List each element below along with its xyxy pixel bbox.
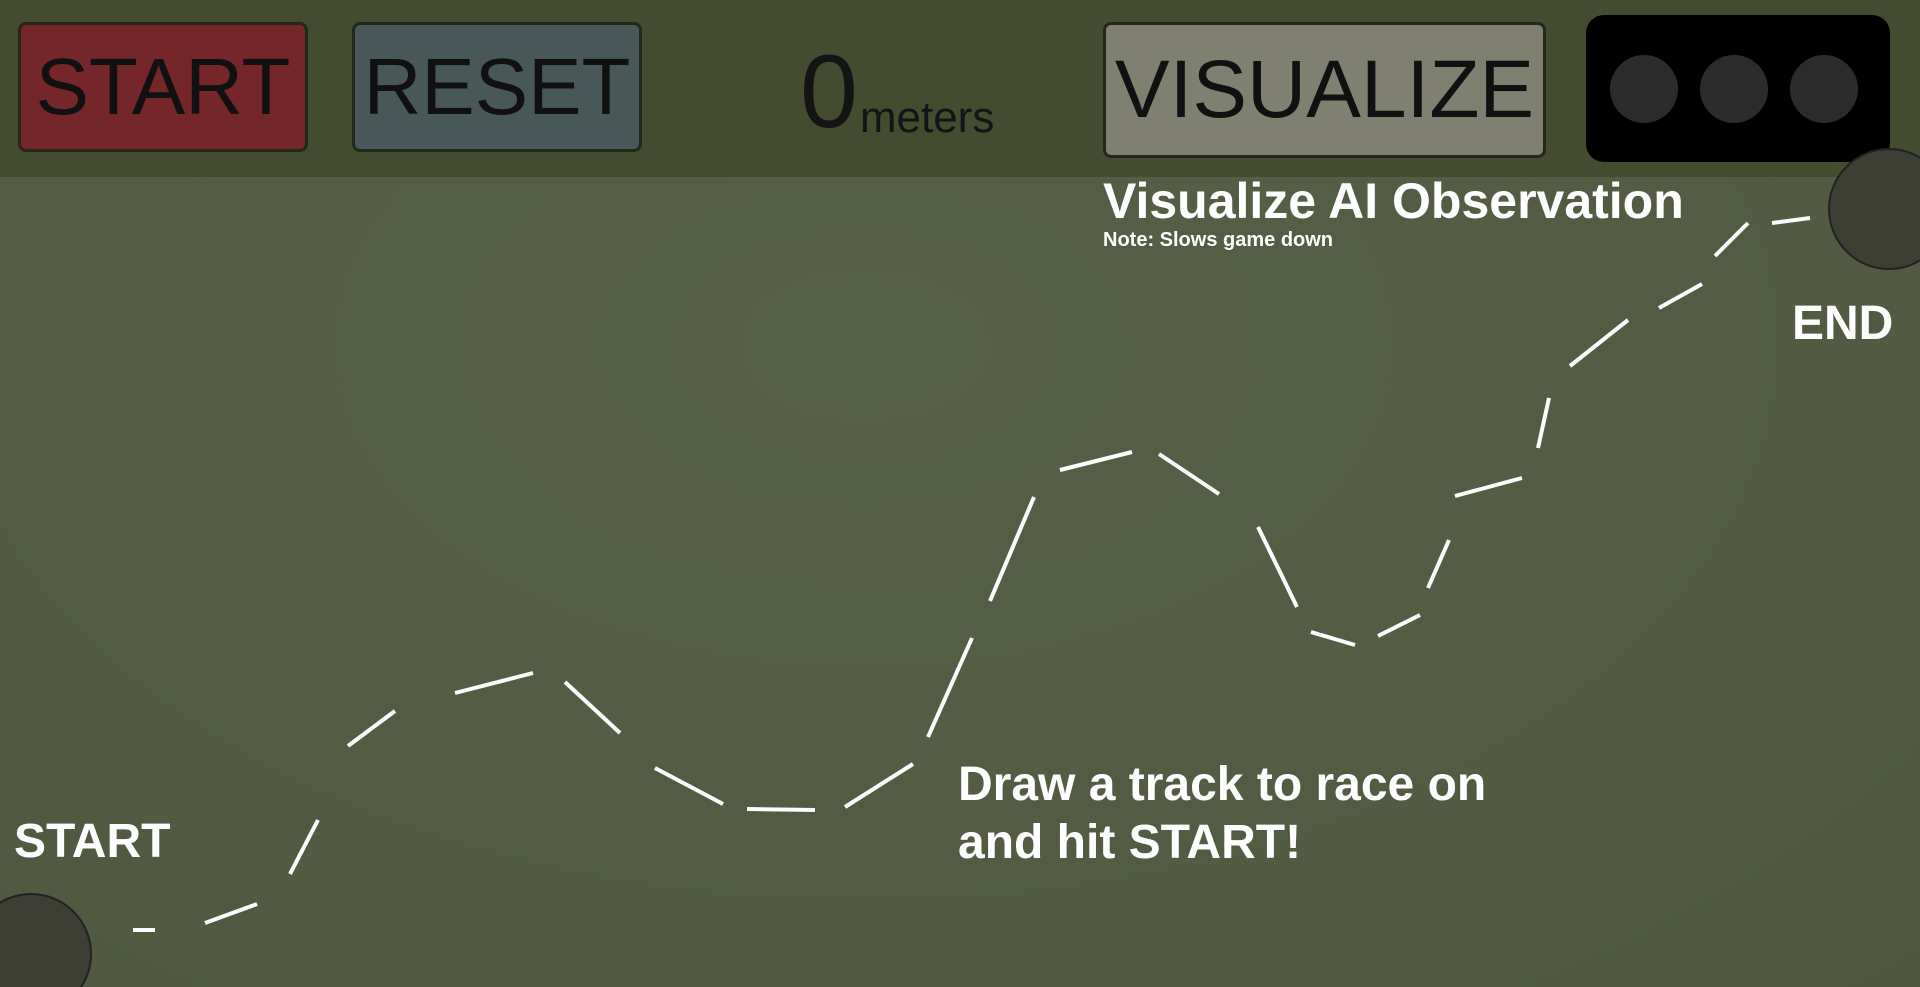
instructions-line-1: Draw a track to race on xyxy=(958,758,1487,811)
track-segment xyxy=(1713,221,1750,258)
track-segment xyxy=(988,496,1036,602)
track-segment xyxy=(1256,526,1299,608)
track-segment xyxy=(1426,539,1451,589)
track-segment xyxy=(1454,476,1523,498)
instructions-line-2: and hit START! xyxy=(958,816,1302,869)
track-segment xyxy=(1658,282,1703,310)
track-segment xyxy=(454,671,534,695)
track-segment xyxy=(1536,397,1551,449)
start-marker-label: START xyxy=(14,815,171,868)
track-segment xyxy=(563,680,622,735)
visualize-info-note: Note: Slows game down xyxy=(1103,229,1334,251)
track-segment xyxy=(204,902,258,925)
track-segment xyxy=(1377,613,1421,638)
track-segment xyxy=(926,637,974,738)
visualize-info-title: Visualize AI Observation xyxy=(1103,173,1684,229)
track-segment xyxy=(654,766,724,806)
track-segment xyxy=(346,709,397,748)
game-canvas[interactable]: START RESET 0 meters VISUALIZE Visualize… xyxy=(0,0,1920,987)
track-segment xyxy=(1310,630,1356,647)
track-segment xyxy=(746,807,816,812)
end-marker-label: END xyxy=(1792,297,1894,350)
track-segment xyxy=(1771,216,1811,225)
track-segment xyxy=(1568,318,1630,368)
track-segment xyxy=(843,762,915,809)
instructions-text: Draw a track to race on and hit START! xyxy=(958,756,1486,872)
track-segment xyxy=(1157,452,1221,496)
track-segment xyxy=(1059,450,1133,472)
track-segment xyxy=(288,819,320,875)
